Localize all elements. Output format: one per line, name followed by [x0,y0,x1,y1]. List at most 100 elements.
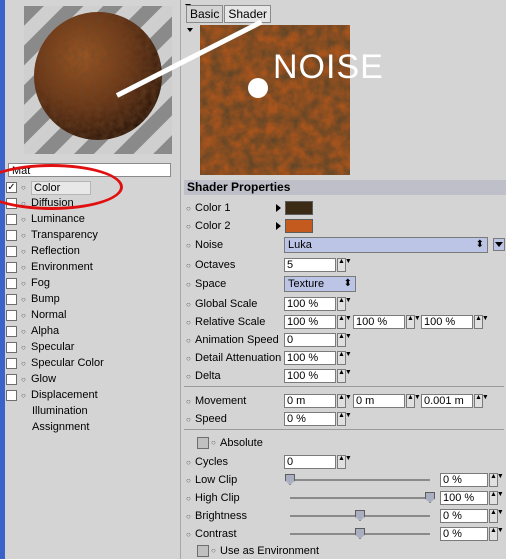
octaves-field[interactable]: 5 [284,258,336,272]
channel-item-assignment[interactable]: Assignment [32,420,89,435]
animation-speed-field-spinner[interactable]: ▲▼ [337,333,352,347]
animation-dot-icon[interactable]: ○ [21,388,26,403]
channel-item-illumination[interactable]: Illumination [32,404,88,419]
channel-checkbox[interactable] [6,246,17,257]
animation-dot-icon[interactable]: ○ [21,356,26,371]
animation-dot-icon[interactable]: ○ [186,491,191,506]
channel-item-reflection[interactable]: ○ Reflection [6,244,176,259]
use-as-environment-checkbox[interactable] [197,545,209,557]
high-clip-field-spinner[interactable]: ▲▼ [489,491,504,505]
color1-expand-icon[interactable] [276,204,281,212]
channel-checkbox[interactable] [6,294,17,305]
detail-attenuation-field-spinner[interactable]: ▲▼ [337,351,352,365]
low-clip-track[interactable] [290,479,430,481]
animation-dot-icon[interactable]: ○ [186,412,191,427]
animation-dot-icon[interactable]: ○ [186,351,191,366]
channel-item-bump[interactable]: ○ Bump [6,292,176,307]
brightness-field[interactable]: 0 % [440,509,488,523]
animation-speed-field[interactable]: 0 [284,333,336,347]
channel-checkbox[interactable] [6,326,17,337]
animation-dot-icon[interactable]: ○ [186,473,191,488]
color2-expand-icon[interactable] [276,222,281,230]
movement-y-field-spinner[interactable]: ▲▼ [406,394,421,408]
channel-item-fog[interactable]: ○ Fog [6,276,176,291]
movement-z-field-spinner[interactable]: ▲▼ [474,394,489,408]
movement-y-field[interactable]: 0 m [353,394,405,408]
animation-dot-icon[interactable]: ○ [21,260,26,275]
animation-dot-icon[interactable]: ○ [186,315,191,330]
channel-checkbox[interactable] [6,214,17,225]
movement-x-field-spinner[interactable]: ▲▼ [337,394,352,408]
channel-item-environment[interactable]: ○ Environment [6,260,176,275]
channel-item-glow[interactable]: ○ Glow [6,372,176,387]
global-scale-field[interactable]: 100 % [284,297,336,311]
channel-item-normal[interactable]: ○ Normal [6,308,176,323]
animation-dot-icon[interactable]: ○ [186,455,191,470]
animation-dot-icon[interactable]: ○ [186,258,191,273]
speed-field[interactable]: 0 % [284,412,336,426]
color2-swatch[interactable] [285,219,313,233]
animation-dot-icon[interactable]: ○ [21,340,26,355]
channel-item-specular[interactable]: ○ Specular [6,340,176,355]
channel-checkbox[interactable] [6,262,17,273]
brightness-field-spinner[interactable]: ▲▼ [489,509,504,523]
animation-dot-icon[interactable]: ○ [21,276,26,291]
preview-menu-arrow-icon[interactable] [186,25,194,33]
channel-checkbox[interactable] [6,230,17,241]
animation-dot-icon[interactable]: ○ [186,277,191,292]
high-clip-track[interactable] [290,497,430,499]
low-clip-field-spinner[interactable]: ▲▼ [489,473,504,487]
animation-dot-icon[interactable]: ○ [21,324,26,339]
channel-checkbox[interactable] [6,358,17,369]
speed-field-spinner[interactable]: ▲▼ [337,412,352,426]
movement-z-field[interactable]: 0.001 m [421,394,473,408]
animation-dot-icon[interactable]: ○ [186,297,191,312]
color1-swatch[interactable] [285,201,313,215]
animation-dot-icon[interactable]: ○ [186,394,191,409]
use-as-environment-dot-icon[interactable]: ○ [211,543,216,559]
animation-dot-icon[interactable]: ○ [21,212,26,227]
animation-dot-icon[interactable]: ○ [21,372,26,387]
animation-dot-icon[interactable]: ○ [186,369,191,384]
relative-scale-x-field-spinner[interactable]: ▲▼ [337,315,352,329]
cycles-field-spinner[interactable]: ▲▼ [337,455,352,469]
global-scale-field-spinner[interactable]: ▲▼ [337,297,352,311]
space-dropdown[interactable]: Texture ⬍ [284,276,356,292]
high-clip-field[interactable]: 100 % [440,491,488,505]
delta-field[interactable]: 100 % [284,369,336,383]
relative-scale-y-field-spinner[interactable]: ▲▼ [406,315,421,329]
contrast-field-spinner[interactable]: ▲▼ [489,527,504,541]
noise-dropdown[interactable]: Luka ⬍ [284,237,488,253]
relative-scale-y-field[interactable]: 100 % [353,315,405,329]
animation-dot-icon[interactable]: ○ [21,244,26,259]
channel-checkbox[interactable] [6,278,17,289]
octaves-field-spinner[interactable]: ▲▼ [337,258,352,272]
relative-scale-z-field[interactable]: 100 % [421,315,473,329]
channel-checkbox[interactable] [6,374,17,385]
channel-checkbox[interactable] [6,342,17,353]
detail-attenuation-field[interactable]: 100 % [284,351,336,365]
animation-dot-icon[interactable]: ○ [21,228,26,243]
movement-x-field[interactable]: 0 m [284,394,336,408]
animation-dot-icon[interactable]: ○ [186,527,191,542]
low-clip-field[interactable]: 0 % [440,473,488,487]
animation-dot-icon[interactable]: ○ [21,292,26,307]
animation-dot-icon[interactable]: ○ [186,219,191,234]
channel-checkbox[interactable] [6,310,17,321]
channel-item-specular-color[interactable]: ○ Specular Color [6,356,176,371]
animation-dot-icon[interactable]: ○ [186,238,191,253]
channel-item-alpha[interactable]: ○ Alpha [6,324,176,339]
absolute-checkbox[interactable] [197,437,209,449]
channel-item-displacement[interactable]: ○ Displacement [6,388,176,403]
delta-field-spinner[interactable]: ▲▼ [337,369,352,383]
animation-dot-icon[interactable]: ○ [186,333,191,348]
channel-checkbox[interactable] [6,390,17,401]
animation-dot-icon[interactable]: ○ [186,509,191,524]
relative-scale-x-field[interactable]: 100 % [284,315,336,329]
animation-dot-icon[interactable]: ○ [186,201,191,216]
absolute-dot-icon[interactable]: ○ [211,435,216,451]
relative-scale-z-field-spinner[interactable]: ▲▼ [474,315,489,329]
tab-basic[interactable]: Basic [186,5,224,23]
contrast-field[interactable]: 0 % [440,527,488,541]
tab-shader[interactable]: Shader [224,5,272,23]
